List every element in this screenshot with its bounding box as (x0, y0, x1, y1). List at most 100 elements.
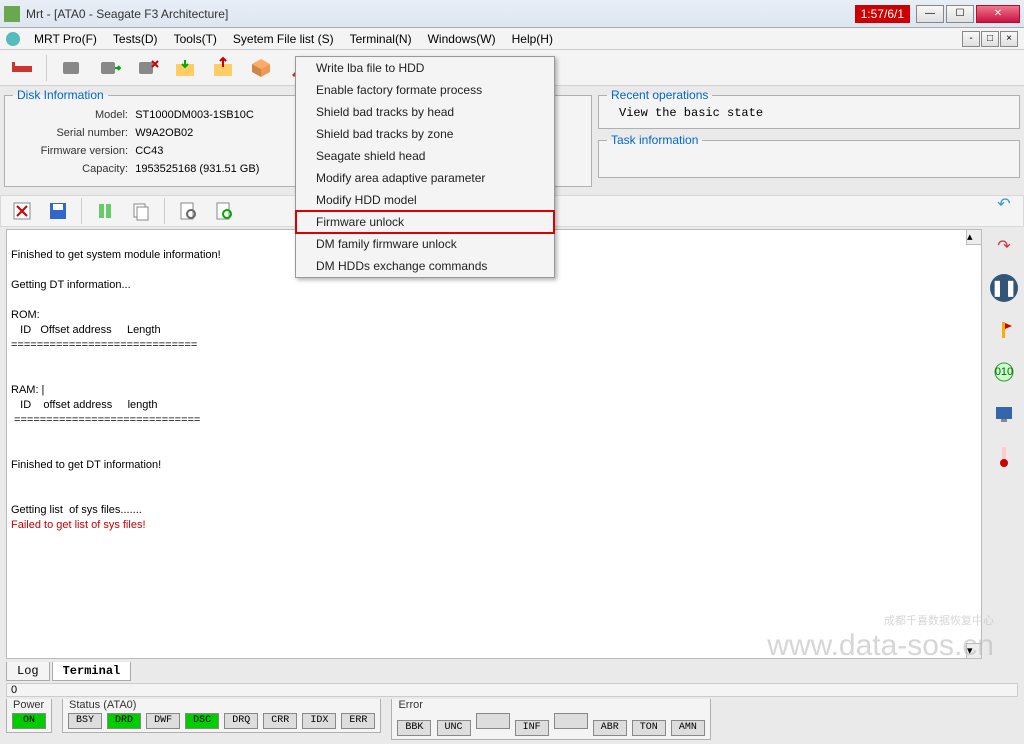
pause-icon[interactable] (92, 198, 118, 224)
firmware-value: CC43 (135, 145, 163, 157)
dropdown-firmware-unlock[interactable]: Firmware unlock (296, 211, 554, 233)
copy-icon[interactable] (128, 198, 154, 224)
dropdown-dm-exchange[interactable]: DM HDDs exchange commands (296, 255, 554, 277)
hdd-arrow-icon[interactable] (95, 54, 123, 82)
monitor-icon[interactable] (990, 400, 1018, 428)
delete-icon[interactable] (9, 198, 35, 224)
flag-icon[interactable] (990, 316, 1018, 344)
progress-bar: 0 (6, 683, 1018, 697)
cube-icon[interactable] (247, 54, 275, 82)
stat-bsy[interactable]: BSY (68, 713, 102, 729)
term-line: ROM: (11, 309, 40, 321)
firmware-label: Firmware version: (13, 142, 128, 160)
error-title: Error (396, 699, 705, 711)
stat-idx[interactable]: IDX (302, 713, 336, 729)
stat-dwf[interactable]: DWF (146, 713, 180, 729)
capacity-value: 1953525168 (931.51 GB) (135, 163, 259, 175)
mdi-minimize-button[interactable]: - (962, 31, 980, 47)
search-replace-icon[interactable] (211, 198, 237, 224)
folder-up-icon[interactable] (209, 54, 237, 82)
term-error-line: Failed to get list of sys files! (11, 519, 146, 531)
term-line: Getting DT information... (11, 279, 131, 291)
dropdown-write-lba[interactable]: Write lba file to HDD (296, 57, 554, 79)
recent-ops-panel: Recent operations View the basic state (598, 88, 1020, 129)
redo-icon[interactable]: ↷ (990, 232, 1018, 260)
dropdown-seagate-shield[interactable]: Seagate shield head (296, 145, 554, 167)
recent-ops-legend: Recent operations (607, 88, 712, 102)
menu-windows[interactable]: Windows(W) (420, 30, 504, 48)
dropdown-shield-head[interactable]: Shield bad tracks by head (296, 101, 554, 123)
term-line: RAM: | (11, 384, 44, 396)
power-title: Power (11, 699, 47, 711)
power-on-button[interactable]: ON (12, 713, 46, 729)
progress-value: 0 (7, 684, 21, 696)
search-doc-icon[interactable] (175, 198, 201, 224)
stat-drd[interactable]: DRD (107, 713, 141, 729)
serial-label: Serial number: (13, 124, 128, 142)
status-bar: Power ON Status (ATA0) BSY DRD DWF DSC D… (0, 699, 1024, 744)
globe-icon (6, 32, 20, 46)
menu-bar: MRT Pro(F) Tests(D) Tools(T) Syetem File… (0, 28, 1024, 50)
menu-sysfilelist[interactable]: Syetem File list (S) (225, 30, 342, 48)
toolbar-separator (81, 198, 82, 224)
disk-info-legend: Disk Information (13, 88, 108, 102)
menu-terminal[interactable]: Terminal(N) (342, 30, 420, 48)
app-icon (4, 6, 20, 22)
model-value: ST1000DM003-1SB10C (135, 109, 254, 121)
term-line: Finished to get system module informatio… (11, 249, 221, 261)
tools-dropdown-menu: Write lba file to HDD Enable factory for… (295, 56, 555, 278)
pause-circle-icon[interactable]: ❚❚ (990, 274, 1018, 302)
stat-err[interactable]: ERR (341, 713, 375, 729)
term-line: ID Offset address Length (11, 324, 161, 336)
hdd-x-icon[interactable] (133, 54, 161, 82)
dropdown-modify-area[interactable]: Modify area adaptive parameter (296, 167, 554, 189)
stat-drq[interactable]: DRQ (224, 713, 258, 729)
save-icon[interactable] (45, 198, 71, 224)
maximize-button[interactable]: ☐ (946, 5, 974, 23)
power-group: Power ON (6, 699, 52, 733)
task-info-legend: Task information (607, 133, 702, 147)
bottom-tabs: Log Terminal (6, 661, 982, 681)
hdd-info-icon[interactable] (57, 54, 85, 82)
folder-down-icon[interactable] (171, 54, 199, 82)
serial-value: W9A2OB02 (135, 127, 193, 139)
thermometer-icon[interactable] (990, 442, 1018, 470)
menu-mrtpro[interactable]: MRT Pro(F) (26, 30, 105, 48)
menu-help[interactable]: Help(H) (504, 30, 561, 48)
scroll-up-button[interactable]: ▴ (966, 229, 982, 245)
err-blank1[interactable] (476, 713, 510, 729)
dropdown-enable-factory[interactable]: Enable factory formate process (296, 79, 554, 101)
dropdown-modify-model[interactable]: Modify HDD model (296, 189, 554, 211)
window-title: Mrt - [ATA0 - Seagate F3 Architecture] (26, 7, 228, 21)
term-line: ID offset address length (11, 399, 158, 411)
term-line: Finished to get DT information! (11, 459, 161, 471)
dropdown-shield-zone[interactable]: Shield bad tracks by zone (296, 123, 554, 145)
terminal-output[interactable]: Finished to get system module informatio… (6, 229, 982, 659)
menu-tests[interactable]: Tests(D) (105, 30, 166, 48)
stat-dsc[interactable]: DSC (185, 713, 219, 729)
chip-icon[interactable]: 010 (990, 358, 1018, 386)
toolbar-separator (46, 55, 47, 81)
err-blank2[interactable] (554, 713, 588, 729)
stat-crr[interactable]: CRR (263, 713, 297, 729)
dropdown-dm-family[interactable]: DM family firmware unlock (296, 233, 554, 255)
mdi-close-button[interactable]: × (1000, 31, 1018, 47)
task-info-content (607, 151, 1011, 169)
right-icon-strip: ↶ ↷ ❚❚ 010 (986, 190, 1022, 470)
tab-terminal[interactable]: Terminal (52, 662, 132, 681)
minimize-button[interactable]: — (916, 5, 944, 23)
model-label: Model: (13, 106, 128, 124)
menu-tools[interactable]: Tools(T) (166, 30, 225, 48)
close-button[interactable]: ✕ (976, 5, 1020, 23)
bed-icon[interactable] (8, 54, 36, 82)
task-info-panel: Task information (598, 133, 1020, 178)
mdi-restore-button[interactable]: □ (981, 31, 999, 47)
title-bar: Mrt - [ATA0 - Seagate F3 Architecture] 1… (0, 0, 1024, 28)
capacity-label: Capacity: (13, 160, 128, 178)
scroll-down-button[interactable]: ▾ (966, 643, 982, 659)
recent-ops-line: View the basic state (607, 106, 1011, 120)
term-line: ============================= (11, 414, 200, 426)
undo-icon[interactable]: ↶ (990, 190, 1018, 218)
tab-log[interactable]: Log (6, 662, 50, 681)
svg-text:010: 010 (995, 366, 1013, 378)
